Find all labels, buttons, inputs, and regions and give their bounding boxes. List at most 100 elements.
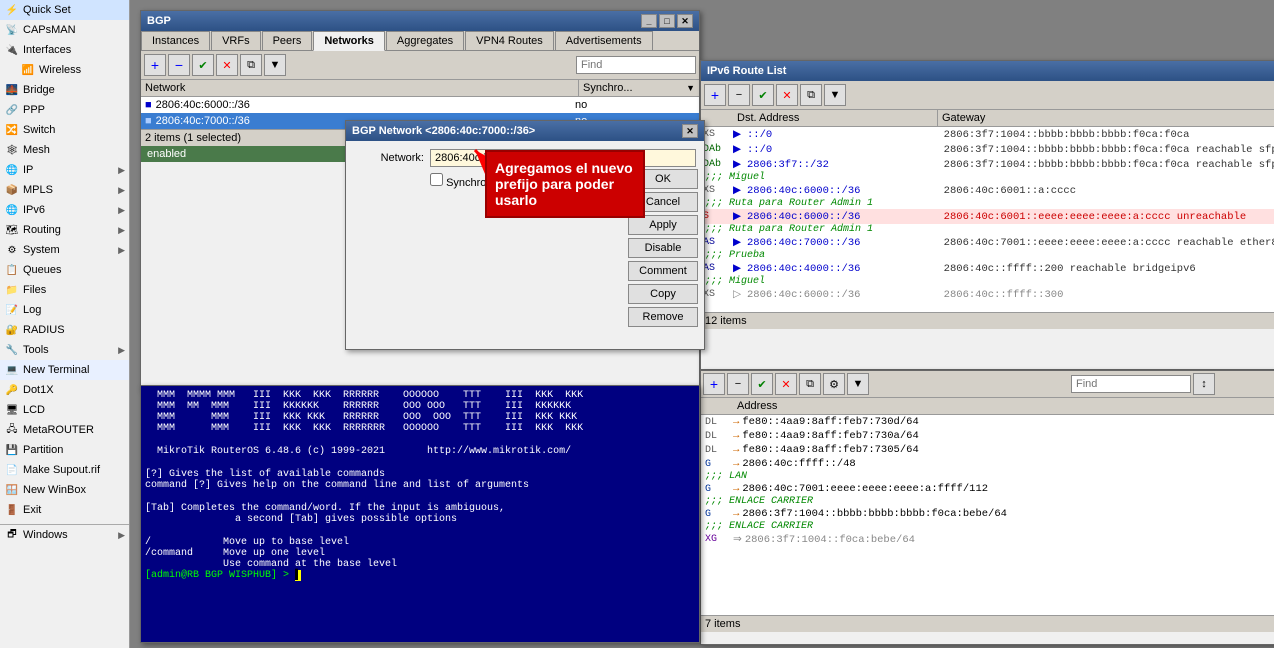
bgp-maximize-btn[interactable]: □ <box>659 14 675 28</box>
sidebar-item-ppp[interactable]: 🔗 PPP <box>0 100 129 120</box>
bgp-row-1[interactable]: ■ 2806:40c:6000::/36 no <box>141 97 699 113</box>
files-icon: 📁 <box>4 282 20 298</box>
sidebar-item-bridge[interactable]: 🌉 Bridge <box>0 80 129 100</box>
remove-btn[interactable]: − <box>168 54 190 76</box>
ipv6-row-s[interactable]: S ▶ 2806:40c:6000::/36 2806:40c:6001::ee… <box>701 209 1274 224</box>
bgp-titlebar[interactable]: BGP _ □ ✕ <box>141 11 699 31</box>
terminal-content[interactable]: MMM MMMM MMM III KKK KKK RRRRRR OOOOOO T… <box>141 386 699 642</box>
tab-aggregates[interactable]: Aggregates <box>386 31 464 50</box>
sidebar-item-mpls[interactable]: 📦 MPLS ▶ <box>0 180 129 200</box>
sidebar-item-make-supout[interactable]: 📄 Make Supout.rif <box>0 460 129 480</box>
sync-checkbox[interactable] <box>430 173 443 186</box>
sidebar-item-quick-set[interactable]: ⚡ Quick Set <box>0 0 129 20</box>
tab-instances[interactable]: Instances <box>141 31 210 50</box>
addr-row-g-1[interactable]: G → 2806:40c:ffff::/48 <box>701 457 1274 471</box>
sidebar-item-radius[interactable]: 🔐 RADIUS <box>0 320 129 340</box>
addr-filter-btn[interactable]: ▼ <box>847 373 869 395</box>
comment-btn[interactable]: Comment <box>628 261 698 281</box>
gw-dab-1: 2806:3f7:1004::bbbb:bbbb:bbbb:f0ca:f0ca … <box>944 144 1274 156</box>
sidebar-item-system[interactable]: ⚙ System ▶ <box>0 240 129 260</box>
ipv6-enable-btn[interactable]: ✔ <box>752 84 774 106</box>
addr-enable-btn[interactable]: ✔ <box>751 373 773 395</box>
sidebar-item-ip[interactable]: 🌐 IP ▶ <box>0 160 129 180</box>
addr-row-g-3[interactable]: G → 2806:3f7:1004::bbbb:bbbb:bbbb:f0ca:b… <box>701 507 1274 521</box>
bgp-find-input[interactable] <box>576 56 696 74</box>
sidebar-item-dot1x[interactable]: 🔑 Dot1X <box>0 380 129 400</box>
addr-row-dl-3[interactable]: DL → fe80::4aa9:8aff:feb7:7305/64 <box>701 443 1274 457</box>
sidebar-item-new-terminal[interactable]: 💻 New Terminal <box>0 360 129 380</box>
copy-btn[interactable]: ⧉ <box>240 54 262 76</box>
sidebar-item-metarouter[interactable]: 🖧 MetaROUTER <box>0 420 129 440</box>
addr-icon-dl-2: → <box>733 430 739 442</box>
tab-networks[interactable]: Networks <box>313 31 385 51</box>
tab-vpn4-routes[interactable]: VPN4 Routes <box>465 31 554 50</box>
sidebar-item-routing[interactable]: 🗺 Routing ▶ <box>0 220 129 240</box>
addr-remove-btn[interactable]: − <box>727 373 749 395</box>
tab-advertisements[interactable]: Advertisements <box>555 31 653 50</box>
sidebar-label-ppp: PPP <box>23 104 45 116</box>
ipv6-titlebar[interactable]: IPv6 Route List _ □ ✕ <box>701 61 1274 81</box>
addr-status-text: 7 items <box>705 618 740 630</box>
bgp-minimize-btn[interactable]: _ <box>641 14 657 28</box>
addr-find-input[interactable] <box>1071 375 1191 393</box>
sidebar-item-exit[interactable]: 🚪 Exit <box>0 500 129 520</box>
addr-row-dl-2[interactable]: DL → fe80::4aa9:8aff:feb7:730a/64 <box>701 429 1274 443</box>
sidebar-item-tools[interactable]: 🔧 Tools ▶ <box>0 340 129 360</box>
sidebar-label-lcd: LCD <box>23 404 45 416</box>
ipv6-copy-btn[interactable]: ⧉ <box>800 84 822 106</box>
addr-sort-btn[interactable]: ↕ <box>1193 373 1215 395</box>
add-btn[interactable]: + <box>144 54 166 76</box>
sidebar-item-ipv6[interactable]: 🌐 IPv6 ▶ <box>0 200 129 220</box>
addr-settings-btn[interactable]: ⚙ <box>823 373 845 395</box>
partition-icon: 💾 <box>4 442 20 458</box>
disable-btn[interactable]: Disable <box>628 238 698 258</box>
ipv6-row-dab-1[interactable]: DAb ▶ ::/0 2806:3f7:1004::bbbb:bbbb:bbbb… <box>701 142 1274 157</box>
ipv6-row-dab-2[interactable]: DAb ▶ 2806:3f7::/32 2806:3f7:1004::bbbb:… <box>701 157 1274 172</box>
bgp-close-btn[interactable]: ✕ <box>677 14 693 28</box>
enable-btn[interactable]: ✔ <box>192 54 214 76</box>
ipv6-status-text: 12 items <box>705 315 747 327</box>
sidebar-item-queues[interactable]: 📋 Queues <box>0 260 129 280</box>
addr-type-g-1: G <box>705 459 733 470</box>
sidebar-item-capsman[interactable]: 📡 CAPsMAN <box>0 20 129 40</box>
ipv6-row-xs-3[interactable]: XS ▷ 2806:40c:6000::/36 2806:40c::ffff::… <box>701 287 1274 302</box>
sidebar-item-log[interactable]: 📝 Log <box>0 300 129 320</box>
sidebar-item-lcd[interactable]: 🖥 LCD <box>0 400 129 420</box>
tab-vrfs[interactable]: VRFs <box>211 31 261 50</box>
addr-add-btn[interactable]: + <box>703 373 725 395</box>
addr-row-g-2[interactable]: G → 2806:40c:7001:eeee:eeee:eeee:a:ffff/… <box>701 482 1274 496</box>
sidebar-item-partition[interactable]: 💾 Partition <box>0 440 129 460</box>
sidebar-item-switch[interactable]: 🔀 Switch <box>0 120 129 140</box>
addr-value-dl-1: fe80::4aa9:8aff:feb7:730d/64 <box>742 416 918 428</box>
ipv6-row-xs-1[interactable]: XS ▶ ::/0 2806:3f7:1004::bbbb:bbbb:bbbb:… <box>701 127 1274 142</box>
ipv6-disable-btn[interactable]: ✕ <box>776 84 798 106</box>
ipv6-row-xs-2[interactable]: XS ▶ 2806:40c:6000::/36 2806:40c:6001::a… <box>701 183 1274 198</box>
dialog-close-btn[interactable]: ✕ <box>682 124 698 138</box>
sidebar-item-interfaces[interactable]: 🔌 Interfaces <box>0 40 129 60</box>
addr-row-xg[interactable]: XG ⇒ 2806:3f7:1004::f0ca:bebe/64 <box>701 532 1274 547</box>
sidebar-item-wireless[interactable]: 📶 Wireless <box>0 60 129 80</box>
ipv6-add-btn[interactable]: + <box>704 84 726 106</box>
sidebar-item-windows[interactable]: 🗗 Windows ▶ <box>0 525 129 545</box>
sidebar-item-files[interactable]: 📁 Files <box>0 280 129 300</box>
addr-copy-btn[interactable]: ⧉ <box>799 373 821 395</box>
ipv6-filter-btn[interactable]: ▼ <box>824 84 846 106</box>
tab-peers[interactable]: Peers <box>262 31 313 50</box>
terminal-prompt-line[interactable]: [admin@RB BGP WISPHUB] > ▌ <box>145 570 695 581</box>
addr-row-dl-1[interactable]: DL → fe80::4aa9:8aff:feb7:730d/64 <box>701 415 1274 429</box>
addr-disable-btn[interactable]: ✕ <box>775 373 797 395</box>
disable-btn[interactable]: ✕ <box>216 54 238 76</box>
arrow-xs-3: ▷ <box>733 288 747 301</box>
filter-btn[interactable]: ▼ <box>264 54 286 76</box>
remove-btn-dialog[interactable]: Remove <box>628 307 698 327</box>
sidebar-item-mesh[interactable]: 🕸 Mesh <box>0 140 129 160</box>
ipv6-row-as-1[interactable]: AS ▶ 2806:40c:7000::/36 2806:40c:7001::e… <box>701 235 1274 250</box>
type-xs-2: XS <box>703 185 733 196</box>
ipv6-remove-btn[interactable]: − <box>728 84 750 106</box>
row2-icon: ■ <box>145 115 152 127</box>
copy-btn-dialog[interactable]: Copy <box>628 284 698 304</box>
ipv6-row-as-2[interactable]: AS ▶ 2806:40c:4000::/36 2806:40c::ffff::… <box>701 261 1274 276</box>
apply-btn[interactable]: Apply <box>628 215 698 235</box>
sidebar-label-system: System <box>23 244 60 256</box>
sidebar-item-new-winbox[interactable]: 🪟 New WinBox <box>0 480 129 500</box>
